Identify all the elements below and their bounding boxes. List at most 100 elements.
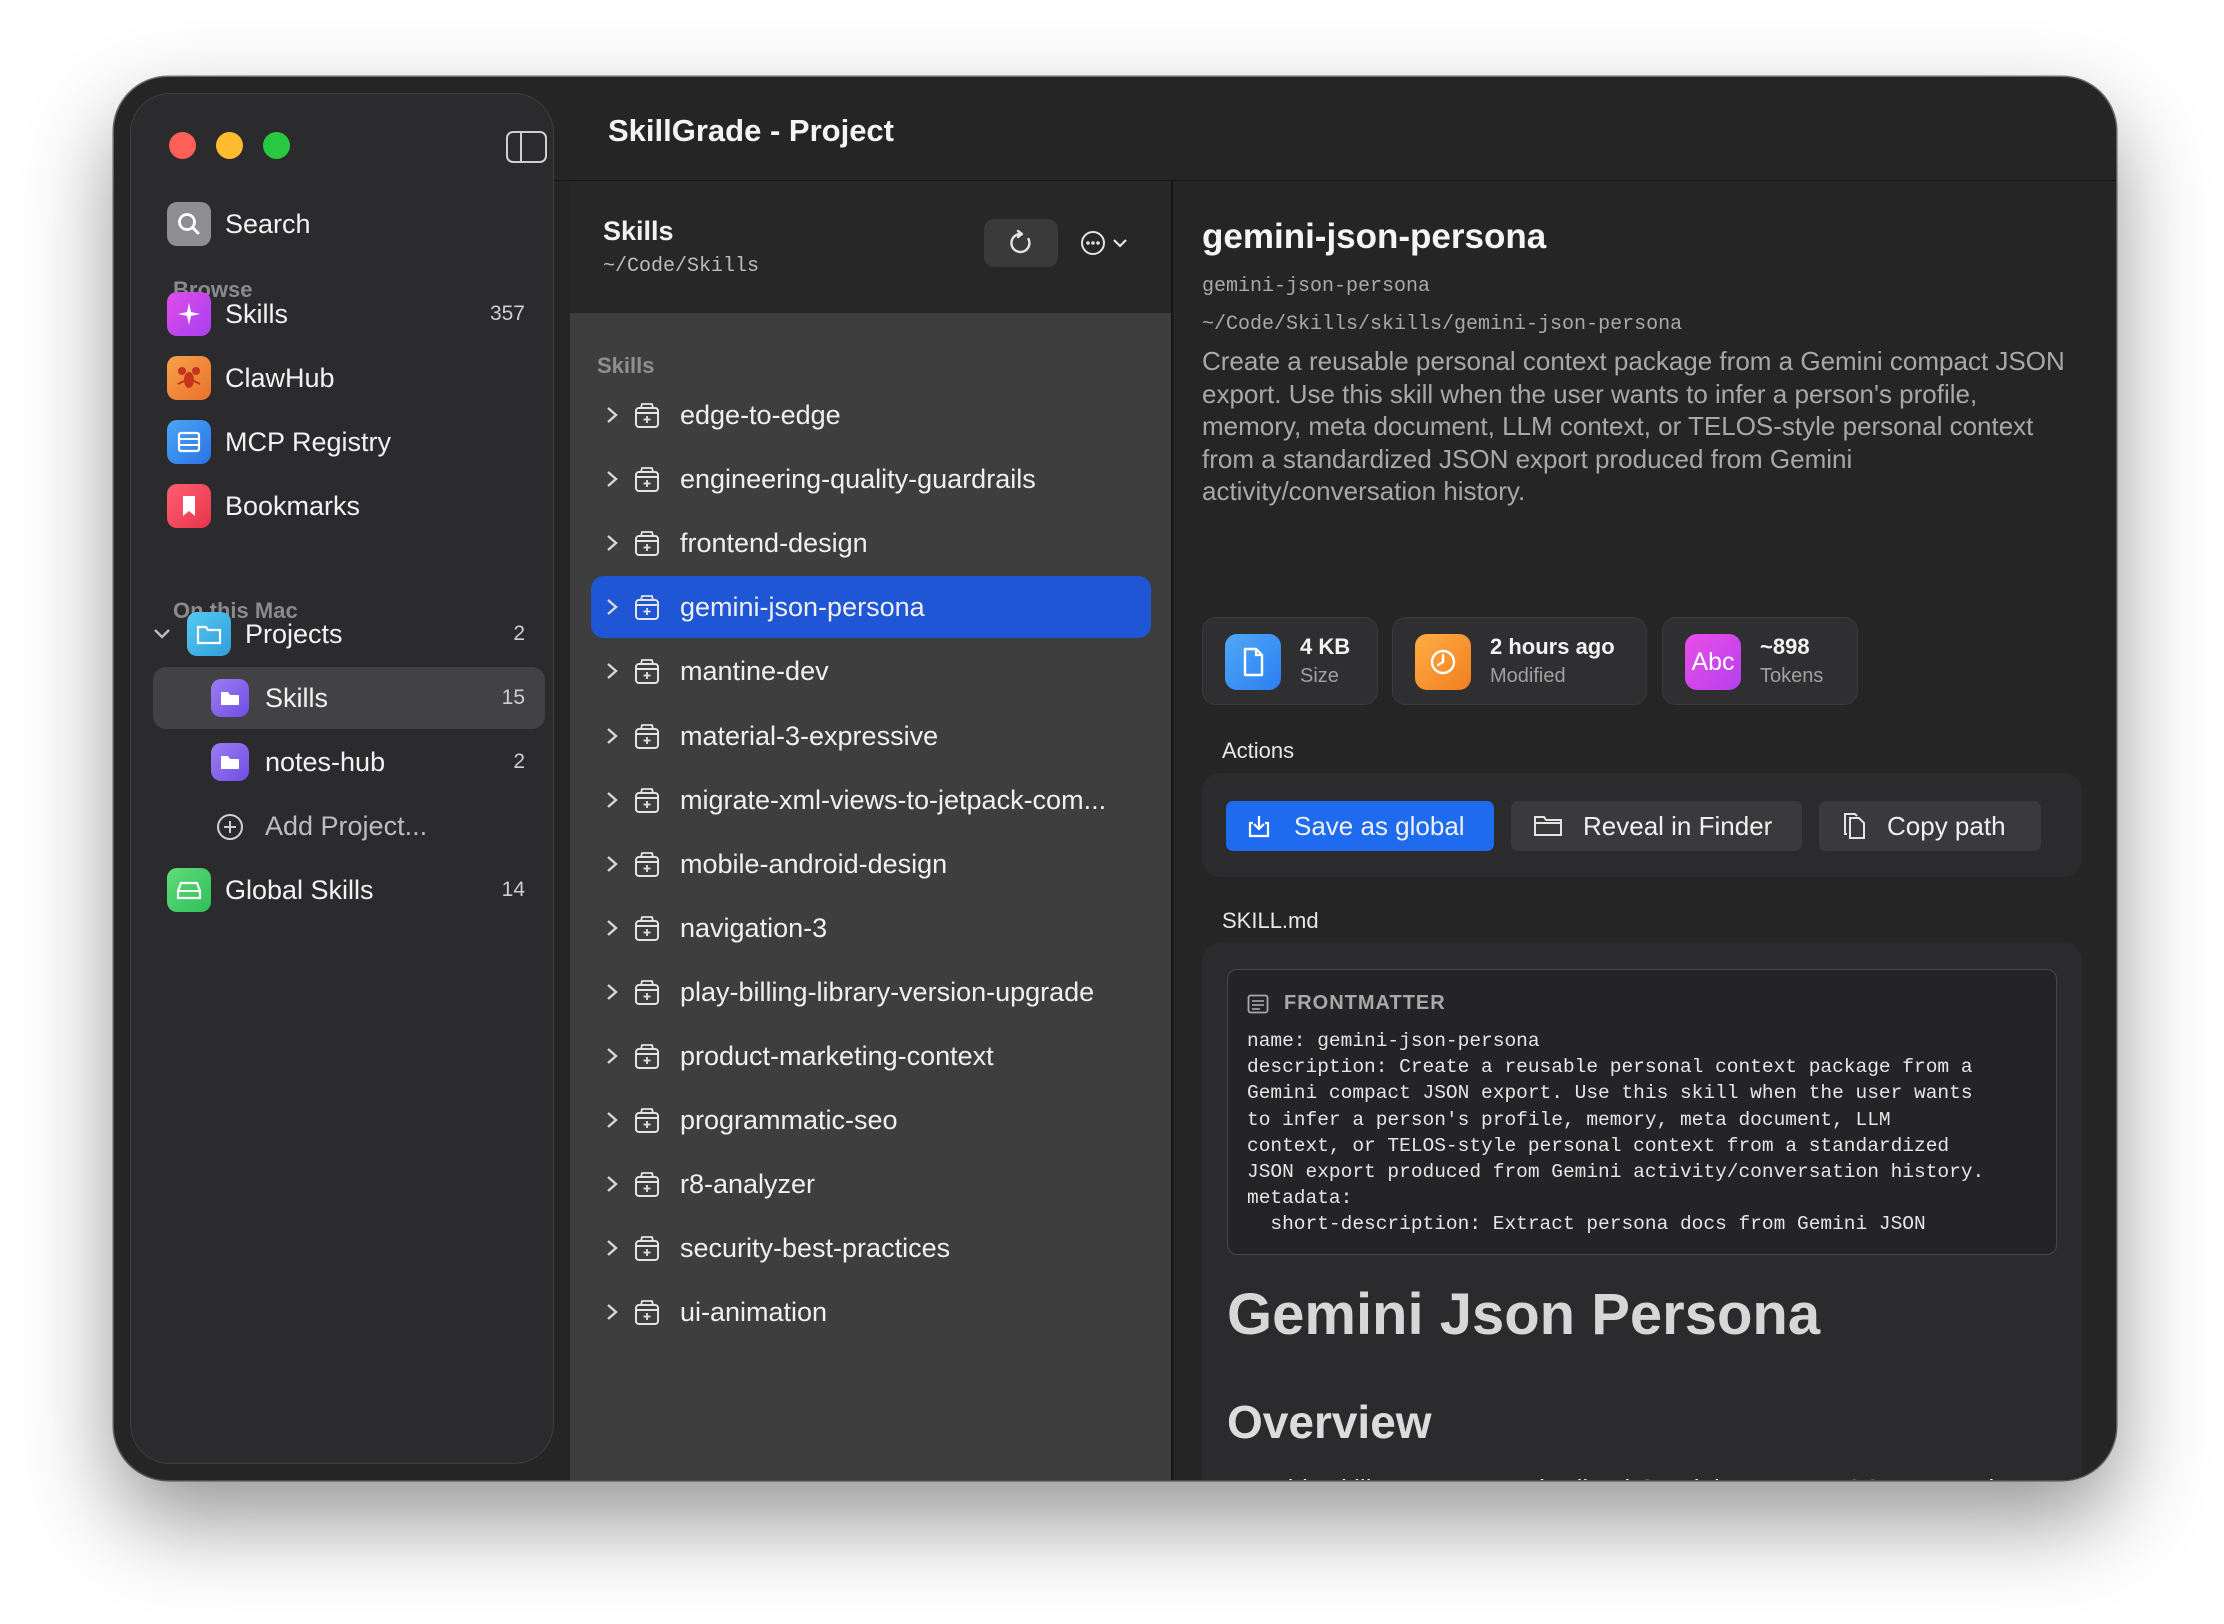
list-path: ~/Code/Skills (603, 255, 760, 278)
drive-icon (167, 868, 211, 912)
package-icon (635, 1300, 659, 1326)
list-item-label: gemini-json-persona (680, 592, 925, 623)
list-item-label: programmatic-seo (680, 1105, 898, 1136)
chevron-right-icon[interactable] (605, 1238, 619, 1258)
list-item[interactable]: mobile-android-design (591, 833, 1151, 895)
skills-list-pane: Skills ~/Code/Skills Skills edge-to-edge… (570, 181, 1171, 1480)
sidebar-item-label: Skills (265, 682, 329, 713)
list-item[interactable]: play-billing-library-version-upgrade (591, 961, 1151, 1023)
skill-path: ~/Code/Skills/skills/gemini-json-persona (1202, 313, 1683, 336)
copy-path-label: Copy path (1887, 811, 2006, 841)
lobster-icon (167, 356, 211, 400)
count-badge: 15 (501, 686, 525, 709)
folder-icon (211, 679, 249, 717)
chevron-right-icon[interactable] (605, 1046, 619, 1066)
more-menu-button[interactable] (1078, 221, 1138, 265)
list-item[interactable]: ui-animation (591, 1281, 1151, 1343)
list-item[interactable]: engineering-quality-guardrails (591, 448, 1151, 510)
list-icon (1247, 994, 1269, 1014)
package-icon (635, 595, 659, 621)
list-item-label: play-billing-library-version-upgrade (680, 976, 1095, 1007)
count-badge: 357 (489, 302, 525, 325)
chevron-right-icon[interactable] (605, 726, 619, 746)
list-item[interactable]: navigation-3 (591, 897, 1151, 959)
server-icon (167, 420, 211, 464)
app-window: Search Browse Skills 357 ClawHub MCP Reg… (114, 77, 2116, 1480)
sidebar-item-clawhub[interactable]: ClawHub (153, 347, 545, 409)
chevron-right-icon[interactable] (605, 918, 619, 938)
copy-path-button[interactable]: Copy path (1819, 801, 2041, 851)
list-item[interactable]: r8-analyzer (591, 1153, 1151, 1215)
sidebar-item-notes-hub[interactable]: notes-hub 2 (153, 731, 545, 793)
frontmatter-header: FRONTMATTER (1284, 992, 1446, 1014)
skill-md-preview[interactable]: FRONTMATTER name: gemini-json-persona de… (1202, 943, 2082, 1480)
save-as-global-button[interactable]: Save as global (1226, 801, 1494, 851)
skill-id: gemini-json-persona (1202, 275, 1431, 298)
sidebar-toggle-icon[interactable] (506, 131, 547, 163)
chevron-right-icon[interactable] (605, 661, 619, 681)
reveal-in-finder-label: Reveal in Finder (1583, 811, 1773, 841)
list-item[interactable]: security-best-practices (591, 1217, 1151, 1279)
chevron-right-icon[interactable] (605, 1302, 619, 1322)
sidebar-item-projects[interactable]: Projects 2 (153, 603, 545, 665)
add-project-button[interactable]: Add Project... (153, 795, 545, 857)
chevron-right-icon[interactable] (605, 1174, 619, 1194)
package-icon (635, 1172, 659, 1198)
list-item[interactable]: edge-to-edge (591, 384, 1151, 446)
package-icon (635, 787, 659, 813)
download-icon (1248, 816, 1270, 838)
minimize-button[interactable] (216, 132, 243, 159)
package-icon (635, 1236, 659, 1262)
sidebar-item-project-skills[interactable]: Skills 15 (153, 667, 545, 729)
folder-icon (211, 743, 249, 781)
traffic-lights (169, 132, 290, 159)
sidebar-item-bookmarks[interactable]: Bookmarks (153, 475, 545, 537)
list-item-label: frontend-design (680, 528, 868, 559)
sidebar: Search Browse Skills 357 ClawHub MCP Reg… (130, 93, 554, 1464)
stat-label: Modified (1490, 665, 1566, 687)
list-item-selected[interactable]: gemini-json-persona (591, 576, 1151, 639)
count-badge: 2 (513, 750, 525, 773)
stat-label: Size (1300, 665, 1339, 687)
count-badge: 14 (501, 878, 525, 901)
chevron-right-icon[interactable] (605, 469, 619, 489)
sidebar-item-label: Skills (225, 298, 289, 329)
list-item-label: mantine-dev (680, 656, 829, 687)
zoom-button[interactable] (263, 132, 290, 159)
package-icon (635, 659, 659, 685)
close-button[interactable] (169, 132, 196, 159)
list-item[interactable]: programmatic-seo (591, 1089, 1151, 1151)
chevron-right-icon[interactable] (605, 533, 619, 553)
reveal-in-finder-button[interactable]: Reveal in Finder (1511, 801, 1802, 851)
chevron-down-icon[interactable] (153, 627, 171, 641)
list-item[interactable]: migrate-xml-views-to-jetpack-com... (591, 769, 1151, 831)
chevron-right-icon[interactable] (605, 597, 619, 617)
sidebar-item-label: ClawHub (225, 362, 335, 393)
chevron-right-icon[interactable] (605, 1110, 619, 1130)
skill-description: Create a reusable personal context packa… (1202, 346, 2065, 506)
markdown-title: Gemini Json Persona (1227, 1282, 1821, 1347)
folder-icon (187, 612, 231, 656)
refresh-icon (1010, 229, 1031, 254)
list-item[interactable]: mantine-dev (591, 640, 1151, 702)
modified-stat: 2 hours ago Modified (1392, 617, 1647, 705)
actions-header: Actions (1222, 738, 1295, 763)
list-title: Skills (603, 216, 674, 246)
sidebar-item-mcp-registry[interactable]: MCP Registry (153, 411, 545, 473)
list-item-label: material-3-expressive (680, 720, 939, 751)
list-item[interactable]: frontend-design (591, 512, 1151, 574)
chevron-right-icon[interactable] (605, 982, 619, 1002)
list-item-label: edge-to-edge (680, 400, 841, 430)
chevron-right-icon[interactable] (605, 405, 619, 425)
refresh-button[interactable] (984, 219, 1058, 267)
sidebar-item-skills[interactable]: Skills 357 (153, 283, 545, 345)
list-item[interactable]: material-3-expressive (591, 705, 1151, 767)
sidebar-item-global-skills[interactable]: Global Skills 14 (153, 859, 545, 921)
chevron-down-icon (1113, 239, 1127, 248)
chevron-right-icon[interactable] (605, 790, 619, 810)
copy-icon (1844, 813, 1865, 839)
list-item[interactable]: product-marketing-context (591, 1025, 1151, 1087)
chevron-right-icon[interactable] (605, 854, 619, 874)
frontmatter-text: name: gemini-json-persona description: C… (1247, 1030, 1985, 1236)
sidebar-search[interactable]: Search (153, 193, 545, 255)
